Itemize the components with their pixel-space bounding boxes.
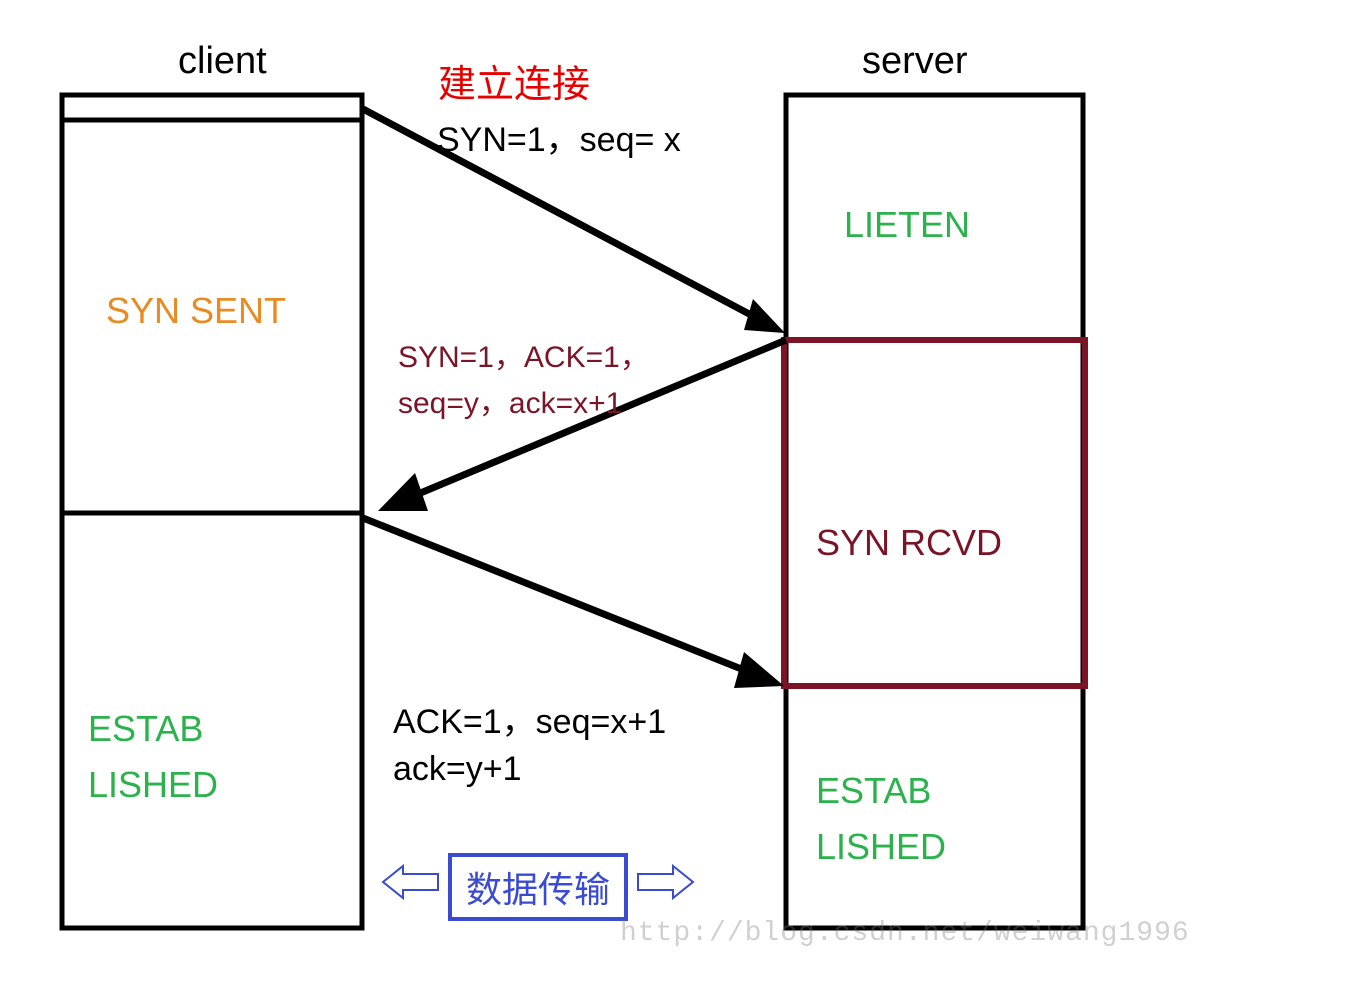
server-estab-1: ESTAB: [816, 770, 931, 812]
msg-ack-line2: ack=y+1: [393, 750, 522, 789]
arrow-ack: [363, 518, 784, 688]
transfer-arrow-right: [638, 866, 693, 898]
msg-syn: SYN=1，seq= x: [437, 112, 681, 161]
msg-synack-line1: SYN=1，ACK=1，: [398, 332, 650, 376]
msg-synack-line2: seq=y，ack=x+1: [398, 378, 622, 422]
data-transfer-box: 数据传输: [448, 853, 628, 921]
connect-title: 建立连接: [438, 53, 590, 108]
server-listen: LIETEN: [844, 204, 970, 246]
client-estab-2: LISHED: [88, 764, 218, 806]
server-estab-2: LISHED: [816, 826, 946, 868]
client-syn-sent: SYN SENT: [106, 290, 286, 332]
client-estab-1: ESTAB: [88, 708, 203, 750]
server-syn-rcvd: SYN RCVD: [816, 522, 1002, 564]
server-header: server: [862, 40, 968, 83]
transfer-arrow-left: [383, 866, 438, 898]
client-header: client: [178, 40, 267, 83]
watermark: http://blog.csdn.net/weiwang1996: [620, 918, 1190, 949]
msg-ack-line1: ACK=1，seq=x+1: [393, 694, 666, 743]
